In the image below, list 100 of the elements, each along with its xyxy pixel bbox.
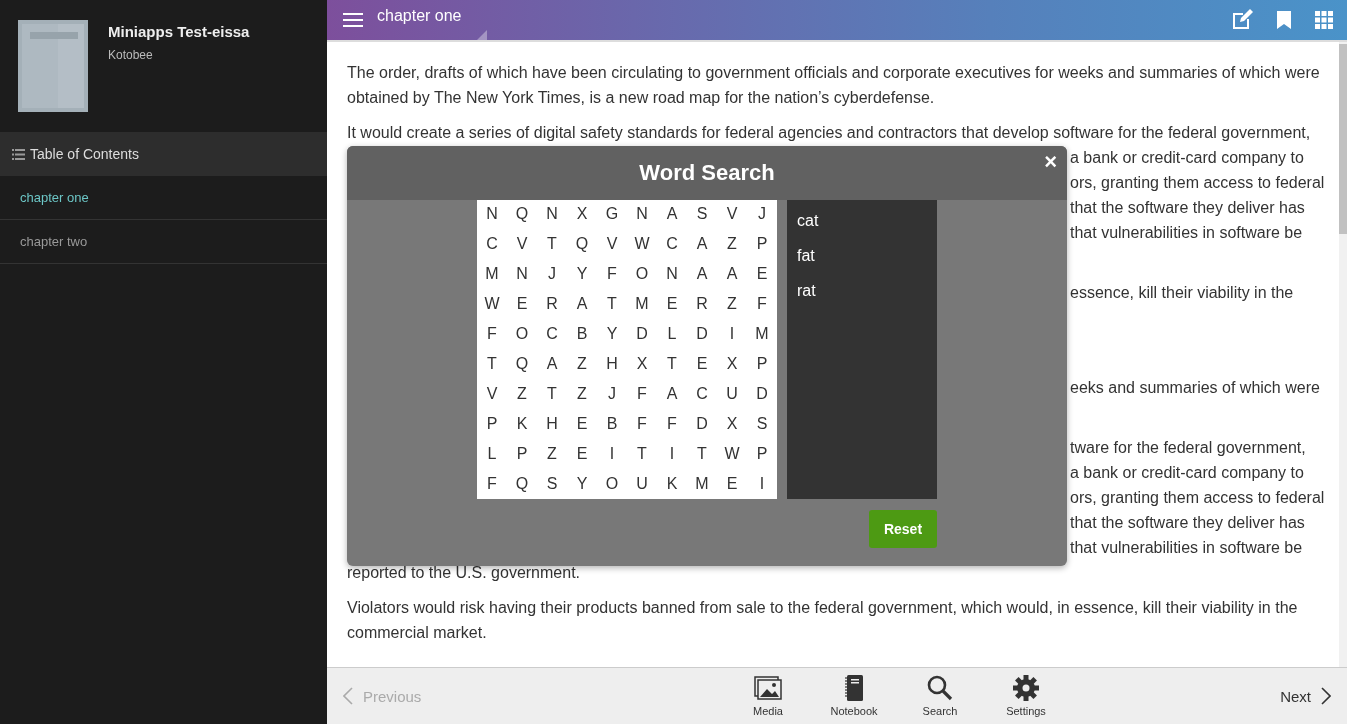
letter-cell[interactable]: V xyxy=(477,379,507,409)
edit-icon[interactable] xyxy=(1231,9,1253,31)
letter-cell[interactable]: E xyxy=(567,439,597,469)
letter-cell[interactable]: T xyxy=(597,289,627,319)
letter-cell[interactable]: Z xyxy=(567,379,597,409)
menu-icon[interactable] xyxy=(343,12,363,28)
letter-cell[interactable]: G xyxy=(597,199,627,229)
letter-cell[interactable]: H xyxy=(537,409,567,439)
letter-cell[interactable]: S xyxy=(747,409,777,439)
letter-cell[interactable]: E xyxy=(507,289,537,319)
letter-cell[interactable]: M xyxy=(747,319,777,349)
letter-cell[interactable]: D xyxy=(627,319,657,349)
grid-icon[interactable] xyxy=(1315,11,1333,29)
letter-cell[interactable]: V xyxy=(507,229,537,259)
letter-cell[interactable]: A xyxy=(657,199,687,229)
letter-cell[interactable]: A xyxy=(687,259,717,289)
letter-cell[interactable]: I xyxy=(747,469,777,499)
letter-cell[interactable]: S xyxy=(687,199,717,229)
letter-cell[interactable]: T xyxy=(537,379,567,409)
letter-cell[interactable]: O xyxy=(597,469,627,499)
letter-cell[interactable]: H xyxy=(597,349,627,379)
letter-cell[interactable]: A xyxy=(717,259,747,289)
letter-cell[interactable]: O xyxy=(507,319,537,349)
letter-cell[interactable]: F xyxy=(747,289,777,319)
letter-cell[interactable]: F xyxy=(477,469,507,499)
toolbar-button[interactable]: Search xyxy=(911,675,969,717)
letter-cell[interactable]: J xyxy=(747,199,777,229)
letter-cell[interactable]: A xyxy=(567,289,597,319)
letter-cell[interactable]: L xyxy=(657,319,687,349)
letter-cell[interactable]: A xyxy=(657,379,687,409)
letter-cell[interactable]: P xyxy=(747,439,777,469)
letter-cell[interactable]: Y xyxy=(567,259,597,289)
letter-cell[interactable]: A xyxy=(687,229,717,259)
letter-cell[interactable]: E xyxy=(747,259,777,289)
letter-cell[interactable]: Z xyxy=(507,379,537,409)
letter-cell[interactable]: N xyxy=(507,259,537,289)
chapter-item[interactable]: chapter one xyxy=(0,176,327,220)
letter-cell[interactable]: I xyxy=(657,439,687,469)
letter-cell[interactable]: K xyxy=(507,409,537,439)
letter-cell[interactable]: F xyxy=(597,259,627,289)
letter-cell[interactable]: U xyxy=(717,379,747,409)
toolbar-button[interactable]: Media xyxy=(739,675,797,717)
toolbar-button[interactable]: Notebook xyxy=(825,675,883,717)
letter-cell[interactable]: Q xyxy=(507,349,537,379)
bookmark-icon[interactable] xyxy=(1277,11,1291,29)
letter-cell[interactable]: D xyxy=(687,409,717,439)
letter-cell[interactable]: Z xyxy=(717,289,747,319)
letter-cell[interactable]: X xyxy=(717,349,747,379)
letter-cell[interactable]: R xyxy=(537,289,567,319)
letter-cell[interactable]: Y xyxy=(597,319,627,349)
letter-cell[interactable]: W xyxy=(627,229,657,259)
letter-cell[interactable]: V xyxy=(597,229,627,259)
letter-cell[interactable]: I xyxy=(597,439,627,469)
chapter-item[interactable]: chapter two xyxy=(0,220,327,264)
reset-button[interactable]: Reset xyxy=(869,510,937,548)
letter-cell[interactable]: X xyxy=(627,349,657,379)
letter-cell[interactable]: F xyxy=(627,379,657,409)
letter-cell[interactable]: R xyxy=(687,289,717,319)
letter-cell[interactable]: C xyxy=(477,229,507,259)
letter-cell[interactable]: X xyxy=(567,199,597,229)
letter-cell[interactable]: E xyxy=(687,349,717,379)
letter-cell[interactable]: Z xyxy=(567,349,597,379)
letter-cell[interactable]: D xyxy=(747,379,777,409)
letter-cell[interactable]: W xyxy=(717,439,747,469)
letter-cell[interactable]: E xyxy=(657,289,687,319)
letter-cell[interactable]: C xyxy=(537,319,567,349)
next-button[interactable]: Next xyxy=(1227,686,1337,706)
close-button[interactable]: × xyxy=(1042,152,1059,172)
letter-cell[interactable]: P xyxy=(477,409,507,439)
letter-cell[interactable]: Q xyxy=(507,469,537,499)
letter-cell[interactable]: B xyxy=(567,319,597,349)
letter-cell[interactable]: E xyxy=(717,469,747,499)
letter-cell[interactable]: U xyxy=(627,469,657,499)
letter-cell[interactable]: W xyxy=(477,289,507,319)
letter-cell[interactable]: S xyxy=(537,469,567,499)
letter-cell[interactable]: M xyxy=(477,259,507,289)
letter-cell[interactable]: Y xyxy=(567,469,597,499)
letter-cell[interactable]: Z xyxy=(717,229,747,259)
letter-cell[interactable]: N xyxy=(627,199,657,229)
letter-cell[interactable]: J xyxy=(597,379,627,409)
letter-cell[interactable]: T xyxy=(537,229,567,259)
letter-cell[interactable]: P xyxy=(747,349,777,379)
letter-cell[interactable]: A xyxy=(537,349,567,379)
letter-cell[interactable]: B xyxy=(597,409,627,439)
letter-cell[interactable]: I xyxy=(717,319,747,349)
letter-cell[interactable]: O xyxy=(627,259,657,289)
letter-cell[interactable]: L xyxy=(477,439,507,469)
letter-cell[interactable]: Q xyxy=(507,199,537,229)
letter-cell[interactable]: N xyxy=(657,259,687,289)
letter-cell[interactable]: P xyxy=(507,439,537,469)
letter-cell[interactable]: K xyxy=(657,469,687,499)
letter-cell[interactable]: F xyxy=(477,319,507,349)
letter-cell[interactable]: X xyxy=(717,409,747,439)
letter-cell[interactable]: C xyxy=(657,229,687,259)
toolbar-button[interactable]: Settings xyxy=(997,675,1055,717)
letter-cell[interactable]: D xyxy=(687,319,717,349)
letter-cell[interactable]: E xyxy=(567,409,597,439)
letter-cell[interactable]: M xyxy=(687,469,717,499)
letter-cell[interactable]: F xyxy=(657,409,687,439)
letter-cell[interactable]: T xyxy=(477,349,507,379)
